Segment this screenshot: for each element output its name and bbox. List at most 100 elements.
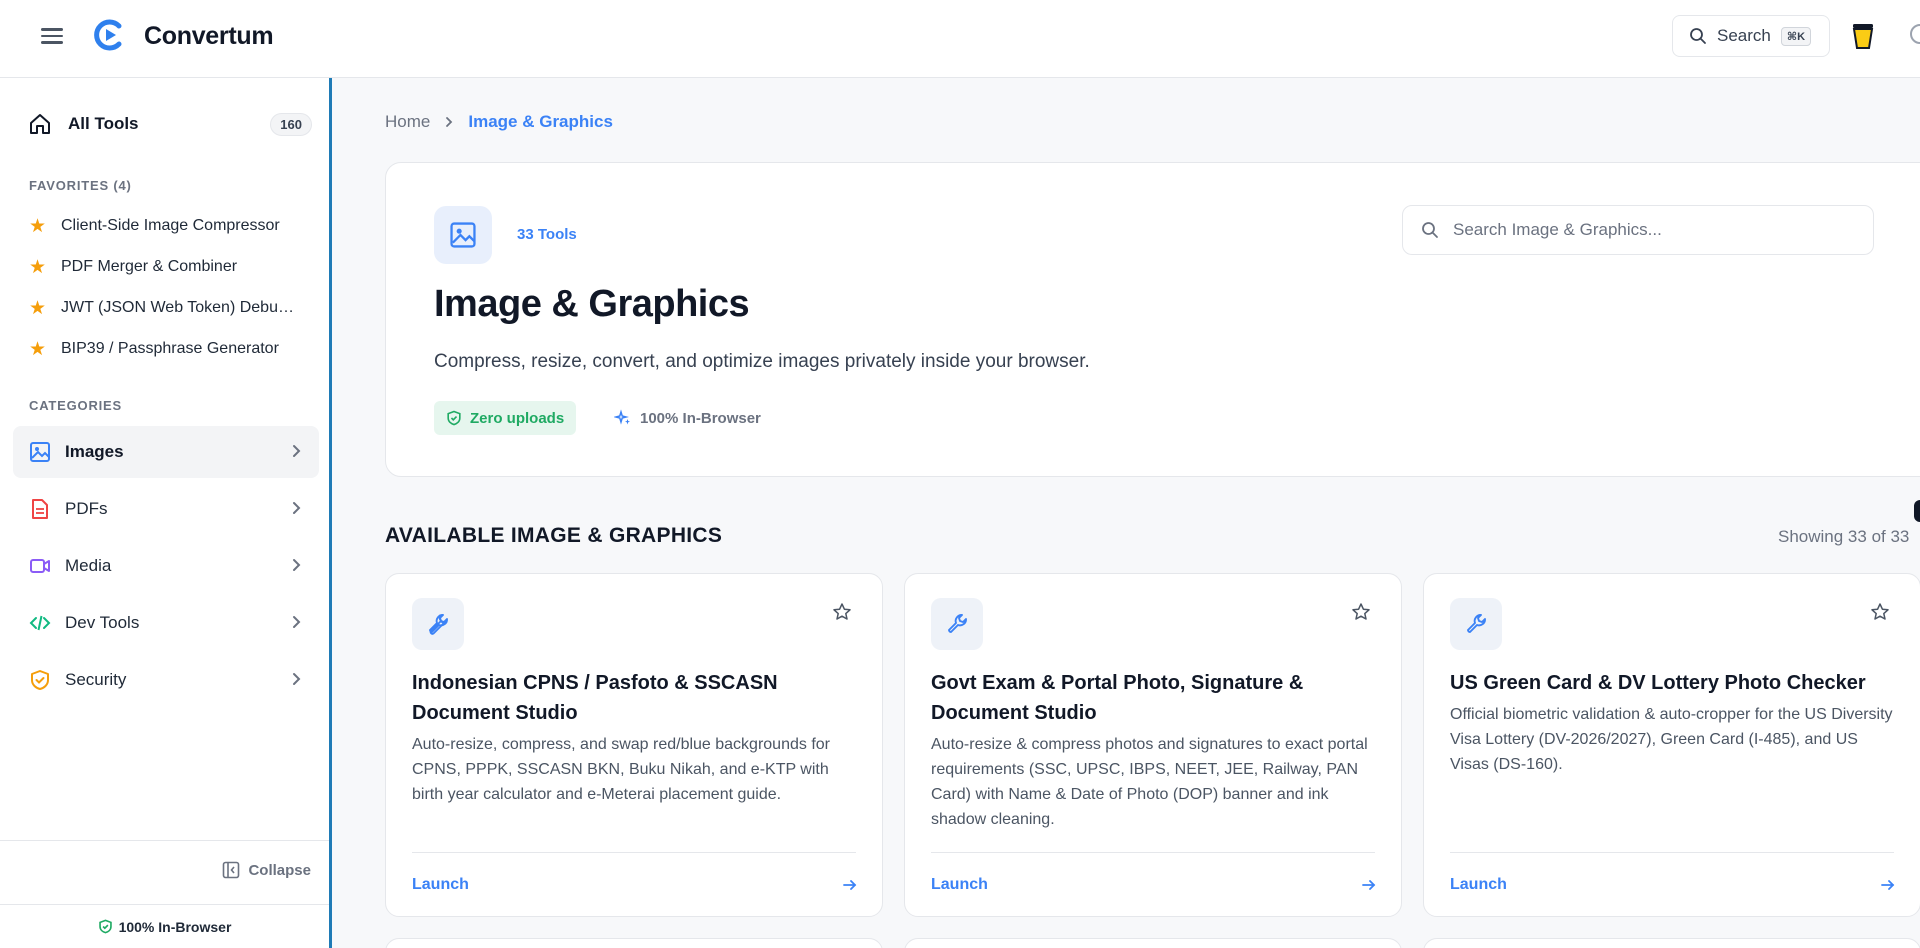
collapse-label: Collapse [248,861,311,879]
sidebar-item-label: Security [65,670,127,689]
scroll-handle[interactable] [1914,500,1920,522]
star-outline-icon[interactable] [832,602,852,622]
sidebar-item-dev-tools[interactable]: Dev Tools [13,597,319,649]
arrow-right-icon [1881,880,1895,890]
tool-icon-box [412,598,464,650]
wrench-icon [948,614,967,633]
tool-icon-box [931,598,983,650]
all-tools-label: All Tools [68,114,139,133]
sidebar-all-tools[interactable]: All Tools 160 [12,102,312,146]
section-heading: AVAILABLE IMAGE & GRAPHICS [385,524,723,547]
in-browser-label: 100% In-Browser [640,409,761,427]
shield-check-icon [98,919,112,934]
tools-count-label: 33 Tools [517,226,577,243]
sidebar-item-media[interactable]: Media [13,540,319,592]
favorites-heading: FAVORITES (4) [29,178,132,193]
image-icon [450,222,476,248]
shield-check-icon [447,410,461,426]
launch-button[interactable]: Launch [1450,872,1896,898]
top-bar: Convertum Search ⌘K [0,0,1920,78]
category-icon-box [434,206,492,264]
sidebar-collapse-area: Collapse [0,840,329,904]
star-filled-icon: ★ [29,338,47,360]
chevron-right-icon [293,445,301,457]
zero-uploads-badge: Zero uploads [434,401,577,435]
arrow-right-icon [1362,880,1376,890]
tool-card[interactable]: Indonesian CPNS / Pasfoto & SSCASN Docum… [385,573,883,917]
sidebar-item-security[interactable]: Security [13,654,319,706]
hamburger-menu-icon[interactable] [38,24,66,48]
favorite-item[interactable]: ★ PDF Merger & Combiner [29,252,301,282]
collapse-sidebar-button[interactable]: Collapse [222,861,311,879]
tool-card-partial[interactable] [385,938,883,948]
collapse-panel-icon [223,861,240,879]
tool-card[interactable]: Govt Exam & Portal Photo, Signature & Do… [904,573,1402,917]
launch-button[interactable]: Launch [412,872,858,898]
tool-card[interactable]: US Green Card & DV Lottery Photo Checker… [1423,573,1920,917]
star-outline-icon[interactable] [1351,602,1371,622]
search-label: Search [1717,26,1771,45]
brand-name[interactable]: Convertum [144,22,274,51]
shield-check-icon [31,670,49,690]
all-tools-count-badge: 160 [270,113,312,136]
results-count: Showing 33 of 33 [1778,527,1910,546]
search-shortcut: ⌘K [1780,26,1812,46]
category-search-field[interactable] [1402,205,1874,255]
chevron-right-icon [293,673,301,685]
search-icon [1690,28,1706,44]
star-filled-icon: ★ [29,256,47,278]
tool-description: Auto-resize & compress photos and signat… [931,736,1368,828]
launch-label: Launch [1450,876,1507,893]
star-outline-icon[interactable] [1870,602,1890,622]
tool-description: Auto-resize, compress, and swap red/blue… [412,736,830,803]
wrench-icon [429,614,448,635]
search-icon [1422,222,1438,238]
breadcrumb-current: Image & Graphics [468,112,613,131]
chevron-right-icon [293,559,301,571]
favorite-label: BIP39 / Passphrase Generator [61,340,279,357]
chevron-right-icon [293,502,301,514]
card-divider [931,852,1375,853]
sidebar-item-label: Images [65,442,124,461]
page-subtitle: Compress, resize, convert, and optimize … [434,351,1090,372]
coffee-cup-icon[interactable] [1850,22,1876,50]
sidebar-item-label: Media [65,556,112,575]
convertum-logo-icon[interactable] [92,18,126,52]
global-search-button[interactable]: Search ⌘K [1672,15,1830,57]
launch-button[interactable]: Launch [931,872,1377,898]
tool-icon-box [1450,598,1502,650]
breadcrumb-home-link[interactable]: Home [385,112,430,132]
wrench-icon [1467,614,1486,633]
chevron-right-icon [446,117,453,127]
video-camera-icon [30,559,50,573]
sidebar-item-pdfs[interactable]: PDFs [13,483,319,535]
zero-uploads-label: Zero uploads [470,409,565,427]
pdf-file-icon [32,499,48,519]
favorite-item[interactable]: ★ Client-Side Image Compressor [29,211,301,241]
page-title: Image & Graphics [434,283,750,325]
category-hero-card: 33 Tools Image & Graphics Compress, resi… [385,162,1920,477]
category-search-input[interactable] [1453,220,1853,240]
star-filled-icon: ★ [29,215,47,237]
tool-card-partial[interactable] [904,938,1402,948]
breadcrumb: Home Image & Graphics [385,112,613,132]
favorite-label: JWT (JSON Web Token) Debugger [61,299,301,316]
star-filled-icon: ★ [29,297,47,319]
chevron-right-icon [293,616,301,628]
favorite-label: PDF Merger & Combiner [61,258,238,275]
code-icon [29,615,51,631]
tool-title: Indonesian CPNS / Pasfoto & SSCASN Docum… [412,672,778,724]
favorite-item[interactable]: ★ JWT (JSON Web Token) Debugger [29,293,301,323]
theme-toggle-icon[interactable] [1910,24,1920,44]
sidebar-item-images[interactable]: Images [13,426,319,478]
arrow-right-icon [843,880,857,890]
card-divider [1450,852,1894,853]
tool-title: Govt Exam & Portal Photo, Signature & Do… [931,672,1304,724]
sidebar-item-label: PDFs [65,499,108,518]
in-browser-badge: 100% In-Browser [614,401,761,435]
favorite-item[interactable]: ★ BIP39 / Passphrase Generator [29,334,301,364]
categories-heading: CATEGORIES [29,398,122,413]
image-icon [30,442,50,462]
tool-card-partial[interactable] [1423,938,1920,948]
launch-label: Launch [931,876,988,893]
